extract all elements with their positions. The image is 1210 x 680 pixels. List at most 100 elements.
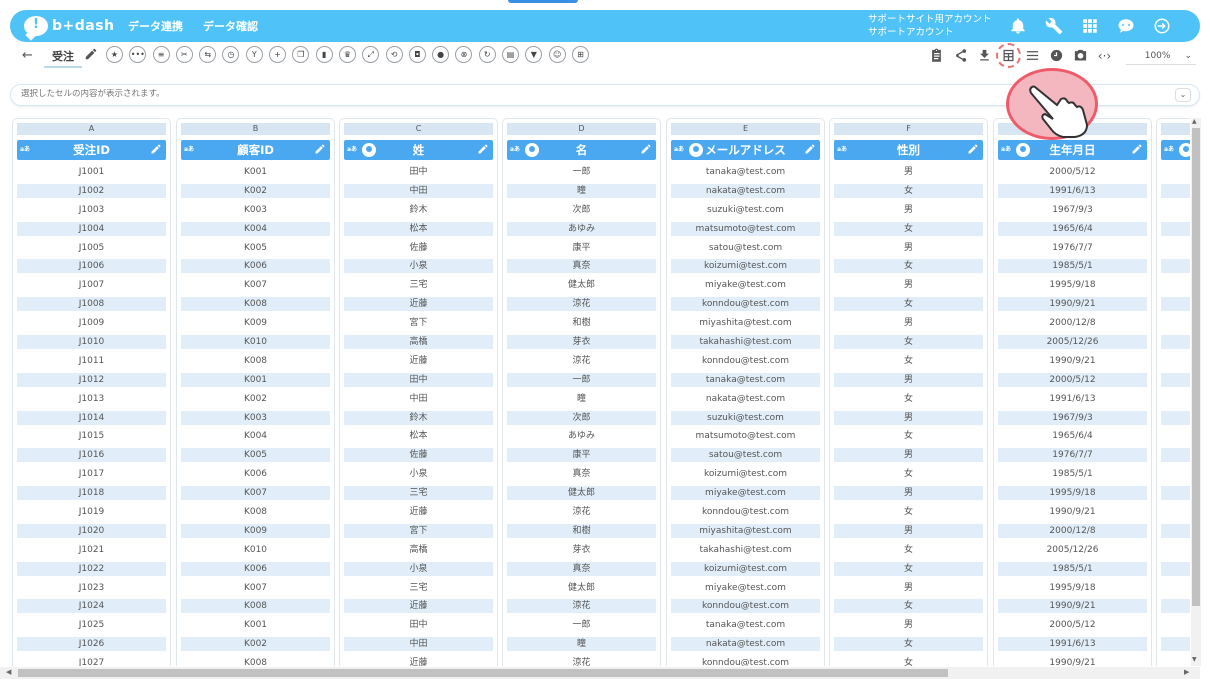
table-cell[interactable]: K007 <box>181 486 330 501</box>
table-cell[interactable]: tanaka@test.com <box>671 165 820 179</box>
table-cell[interactable]: 女 <box>834 221 983 236</box>
table-cell[interactable]: satou@test.com <box>671 241 820 255</box>
table-cell[interactable]: J1001 <box>17 165 166 179</box>
table-cell[interactable]: matsumoto@test.com <box>671 429 820 443</box>
table-cell[interactable]: 男 <box>834 618 983 632</box>
column-letter[interactable]: B <box>181 123 330 135</box>
bag-icon[interactable]: ● <box>432 46 450 63</box>
table-cell[interactable]: nakata@test.com <box>671 392 820 406</box>
table-cell[interactable]: 健太郎 <box>507 486 656 501</box>
table-cell[interactable]: 2005/12/26 <box>998 543 1147 557</box>
table-cell[interactable]: 瞳 <box>507 392 656 406</box>
table-cell[interactable]: J1015 <box>17 429 166 443</box>
table-cell[interactable]: 涼花 <box>507 599 656 614</box>
table-cell[interactable]: J1021 <box>17 543 166 557</box>
table-cell[interactable]: K005 <box>181 241 330 255</box>
table-cell[interactable]: 女 <box>834 561 983 576</box>
table-cell[interactable]: 1976/7/7 <box>998 448 1147 463</box>
table-cell[interactable]: K010 <box>181 543 330 557</box>
table-cell[interactable]: 女 <box>834 505 983 519</box>
table-cell[interactable]: 1985/5/1 <box>998 561 1147 576</box>
table-cell[interactable]: 男 <box>834 316 983 330</box>
table-cell[interactable]: 芽衣 <box>507 335 656 350</box>
lock-icon[interactable]: ◘ <box>408 46 426 63</box>
table-cell[interactable]: 男 <box>834 448 983 463</box>
table-cell[interactable]: 1991/6/13 <box>998 392 1147 406</box>
table-cell[interactable]: K001 <box>181 618 330 632</box>
table-cell[interactable]: suzuki@test.com <box>671 410 820 425</box>
table-cell[interactable]: J1010 <box>17 335 166 350</box>
zoom-select[interactable]: 100% ⌄ <box>1126 48 1196 65</box>
table-cell[interactable]: miyashita@test.com <box>671 316 820 330</box>
table-cell[interactable] <box>1161 581 1190 595</box>
table-cell[interactable]: J1003 <box>17 203 166 217</box>
table-cell[interactable]: 1985/5/1 <box>998 467 1147 481</box>
table-cell[interactable] <box>1161 637 1190 652</box>
table-cell[interactable]: 小泉 <box>344 259 493 274</box>
table-cell[interactable] <box>1161 543 1190 557</box>
table-cell[interactable]: miyake@test.com <box>671 278 820 292</box>
table-cell[interactable]: konndou@test.com <box>671 354 820 368</box>
table-cell[interactable]: 鈴木 <box>344 410 493 425</box>
share-icon[interactable] <box>952 47 969 64</box>
table-cell[interactable]: J1023 <box>17 581 166 595</box>
table-cell[interactable]: 2000/5/12 <box>998 165 1147 179</box>
table-cell[interactable] <box>1161 278 1190 292</box>
table-cell[interactable]: 1976/7/7 <box>998 241 1147 255</box>
table-cell[interactable]: J1017 <box>17 467 166 481</box>
table-cell[interactable]: 中田 <box>344 392 493 406</box>
code-icon[interactable]: ‹·› <box>1096 47 1113 64</box>
table-cell[interactable]: 近藤 <box>344 656 493 666</box>
table-cell[interactable]: J1024 <box>17 599 166 614</box>
table-cell[interactable]: J1005 <box>17 241 166 255</box>
table-cell[interactable] <box>1161 486 1190 501</box>
table-cell[interactable]: K003 <box>181 203 330 217</box>
table-cell[interactable]: 女 <box>834 354 983 368</box>
table-cell[interactable]: 1995/9/18 <box>998 581 1147 595</box>
table-cell[interactable]: 涼花 <box>507 505 656 519</box>
doc-icon[interactable]: ▤ <box>502 46 520 63</box>
star-icon[interactable]: ★ <box>106 46 123 63</box>
table-cell[interactable] <box>1161 316 1190 330</box>
table-cell[interactable]: satou@test.com <box>671 448 820 463</box>
table-cell[interactable]: 三宅 <box>344 486 493 501</box>
table-cell[interactable]: 松本 <box>344 221 493 236</box>
column-letter[interactable]: E <box>671 123 820 135</box>
table-cell[interactable]: J1026 <box>17 637 166 652</box>
table-cell[interactable]: 近藤 <box>344 505 493 519</box>
table-cell[interactable]: K008 <box>181 656 330 666</box>
table-cell[interactable]: 女 <box>834 429 983 443</box>
table-cell[interactable]: miyake@test.com <box>671 486 820 501</box>
table-cell[interactable]: 1965/6/4 <box>998 429 1147 443</box>
column-header[interactable]: aあ <box>1161 140 1190 160</box>
table-cell[interactable]: 2005/12/26 <box>998 335 1147 350</box>
expand-formula-button[interactable]: ⌄ <box>1175 88 1191 102</box>
table-cell[interactable]: J1011 <box>17 354 166 368</box>
table-cell[interactable]: J1012 <box>17 372 166 387</box>
scroll-left-icon[interactable]: ◀ <box>6 668 11 676</box>
table-cell[interactable]: J1019 <box>17 505 166 519</box>
table-cell[interactable]: K008 <box>181 505 330 519</box>
horizontal-scrollbar[interactable]: ◀ ▶ <box>0 667 1200 679</box>
table-cell[interactable] <box>1161 505 1190 519</box>
table-cell[interactable]: K003 <box>181 410 330 425</box>
table-cell[interactable]: koizumi@test.com <box>671 467 820 481</box>
table-cell[interactable] <box>1161 599 1190 614</box>
clipboard-icon[interactable] <box>928 47 945 64</box>
table-cell[interactable]: 小泉 <box>344 561 493 576</box>
table-icon[interactable]: ⊞ <box>571 46 589 63</box>
account-info[interactable]: サポートサイト用アカウント サポートアカウント <box>868 13 992 39</box>
loop-icon[interactable]: ⟲ <box>385 46 403 63</box>
people-icon[interactable]: ☺ <box>548 46 566 63</box>
table-cell[interactable]: 2000/5/12 <box>998 372 1147 387</box>
table-cell[interactable]: 女 <box>834 392 983 406</box>
expand-icon[interactable]: ⤢ <box>362 46 380 63</box>
column-header[interactable]: aあ 顧客ID <box>181 140 330 160</box>
vertical-scroll-thumb[interactable] <box>1192 128 1200 606</box>
table-cell[interactable]: 1990/9/21 <box>998 354 1147 368</box>
column-header[interactable]: aあ 姓 <box>344 140 493 160</box>
edit-column-icon[interactable] <box>477 143 489 155</box>
table-cell[interactable] <box>1161 259 1190 274</box>
timer-icon[interactable]: ◷ <box>222 46 240 63</box>
table-cell[interactable]: 1967/9/3 <box>998 410 1147 425</box>
